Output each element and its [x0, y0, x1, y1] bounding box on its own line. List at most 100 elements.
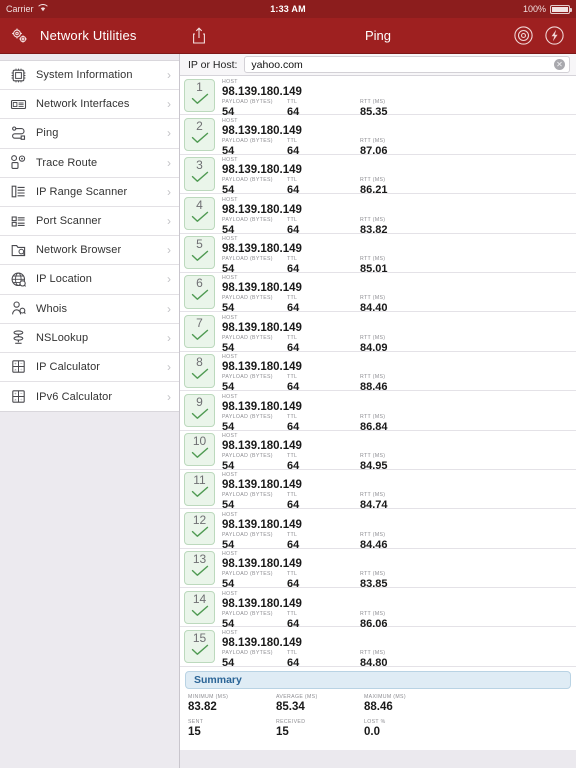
- ping-host-label: HOST: [222, 314, 238, 321]
- ping-payload-block: PAYLOAD (Bytes) 54: [222, 374, 287, 393]
- ping-host-label: HOST: [222, 629, 238, 636]
- share-icon[interactable]: [192, 27, 206, 44]
- ping-ttl-label: TTL: [287, 453, 298, 460]
- ping-rtt-value: 88.46: [360, 381, 388, 394]
- ping-result-row[interactable]: 7 HOST 98.139.180.149 PAYLOAD (Bytes) 54 TTL 6…: [180, 312, 576, 354]
- ping-payload-value: 54: [222, 420, 235, 433]
- ping-host-label: HOST: [222, 275, 238, 282]
- summary-received: RECEIVED 15: [276, 718, 364, 739]
- ping-result-row[interactable]: 9 HOST 98.139.180.149 PAYLOAD (Bytes) 54 TTL 6…: [180, 391, 576, 433]
- ping-stats-row: PAYLOAD (Bytes) 54 TTL 64 RTT (ms) 84.46: [222, 532, 576, 551]
- ping-payload-label: PAYLOAD (Bytes): [222, 571, 273, 578]
- ping-result-fields: HOST 98.139.180.149 PAYLOAD (Bytes) 54 TTL 64…: [215, 275, 576, 314]
- sidebar-item-label: IP Range Scanner: [36, 185, 128, 198]
- host-input[interactable]: yahoo.com ✕: [244, 56, 570, 73]
- ping-host-label: HOST: [222, 78, 238, 85]
- svg-text:×: ×: [14, 367, 17, 372]
- ping-stats-row: PAYLOAD (Bytes) 54 TTL 64 RTT (ms) 84.95: [222, 453, 576, 472]
- ping-result-row[interactable]: 3 HOST 98.139.180.149 PAYLOAD (Bytes) 54 TTL 6…: [180, 154, 576, 196]
- ping-result-row[interactable]: 6 HOST 98.139.180.149 PAYLOAD (Bytes) 54 TTL 6…: [180, 272, 576, 314]
- sidebar-item-ip-range-scanner[interactable]: IP Range Scanner ›: [0, 177, 179, 207]
- check-icon: [190, 408, 210, 420]
- ping-host-label: HOST: [222, 157, 238, 164]
- ping-stats-row: PAYLOAD (Bytes) 54 TTL 64 RTT (ms) 83.82: [222, 217, 576, 236]
- ping-ttl-block: TTL 64: [287, 414, 360, 433]
- ping-ttl-block: TTL 64: [287, 217, 360, 236]
- ping-result-fields: HOST 98.139.180.149 PAYLOAD (Bytes) 54 TTL 64…: [215, 197, 576, 236]
- calculator-icon: + − × ÷: [10, 388, 27, 405]
- ping-host-block: HOST 98.139.180.149: [222, 118, 576, 137]
- ping-result-row[interactable]: 4 HOST 98.139.180.149 PAYLOAD (Bytes) 54 TTL 6…: [180, 194, 576, 236]
- ping-rtt-block: RTT (ms) 86.84: [360, 414, 450, 433]
- ping-ttl-value: 64: [287, 578, 300, 591]
- ping-result-fields: HOST 98.139.180.149 PAYLOAD (Bytes) 54 TTL 64…: [215, 118, 576, 157]
- ping-host-block: HOST 98.139.180.149: [222, 275, 576, 294]
- check-icon: [190, 644, 210, 656]
- ping-result-row[interactable]: 12 HOST 98.139.180.149 PAYLOAD (Bytes) 54 TTL…: [180, 509, 576, 551]
- ping-result-fields: HOST 98.139.180.149 PAYLOAD (Bytes) 54 TTL 64…: [215, 433, 576, 472]
- ping-rtt-label: RTT (ms): [360, 177, 386, 184]
- ping-results-list: 1 HOST 98.139.180.149 PAYLOAD (Bytes) 54 TTL 6…: [180, 76, 576, 669]
- sidebar-item-ip-calculator[interactable]: + − × ÷ IP Calculator ›: [0, 352, 179, 383]
- ping-sequence-badge: 10: [184, 433, 215, 467]
- ping-results-scroll-area[interactable]: 1 HOST 98.139.180.149 PAYLOAD (Bytes) 54 TTL 6…: [180, 76, 576, 768]
- sidebar-item-whois[interactable]: Whois ›: [0, 294, 179, 324]
- ping-result-row[interactable]: 2 HOST 98.139.180.149 PAYLOAD (Bytes) 54 TTL 6…: [180, 115, 576, 157]
- sidebar-item-network-browser[interactable]: Network Browser ›: [0, 236, 179, 266]
- ping-result-fields: HOST 98.139.180.149 PAYLOAD (Bytes) 54 TTL 64…: [215, 551, 576, 590]
- ping-rtt-value: 87.06: [360, 144, 388, 157]
- ping-ttl-label: TTL: [287, 177, 298, 184]
- ping-result-fields: HOST 98.139.180.149 PAYLOAD (Bytes) 54 TTL 64…: [215, 629, 576, 669]
- ping-result-row[interactable]: 14 HOST 98.139.180.149 PAYLOAD (Bytes) 54 TTL…: [180, 588, 576, 630]
- ping-rtt-value: 84.46: [360, 538, 388, 551]
- clear-circle-icon[interactable]: ✕: [554, 59, 565, 70]
- ping-ttl-value: 64: [287, 144, 300, 157]
- sidebar-item-nslookup[interactable]: NSLookup ›: [0, 323, 179, 353]
- ping-rtt-label: RTT (ms): [360, 492, 386, 499]
- svg-text:+: +: [14, 362, 17, 367]
- lightning-bolt-icon[interactable]: [545, 26, 564, 45]
- summary-lost: LOST % 0.0: [364, 718, 452, 739]
- ping-host-value: 98.139.180.149: [222, 164, 302, 177]
- summary-average-value: 85.34: [276, 700, 305, 713]
- ping-result-row[interactable]: 13 HOST 98.139.180.149 PAYLOAD (Bytes) 54 TTL…: [180, 548, 576, 590]
- ping-result-row[interactable]: 11 HOST 98.139.180.149 PAYLOAD (Bytes) 54 TTL…: [180, 469, 576, 511]
- ping-host-value: 98.139.180.149: [222, 479, 302, 492]
- ping-payload-block: PAYLOAD (Bytes) 54: [222, 492, 287, 511]
- ping-payload-block: PAYLOAD (Bytes) 54: [222, 414, 287, 433]
- sidebar-item-label: Ping: [36, 127, 59, 140]
- ping-result-row[interactable]: 10 HOST 98.139.180.149 PAYLOAD (Bytes) 54 TTL…: [180, 430, 576, 472]
- ping-payload-label: PAYLOAD (Bytes): [222, 256, 273, 263]
- sidebar-item-port-scanner[interactable]: Port Scanner ›: [0, 206, 179, 237]
- gears-icon[interactable]: [10, 27, 30, 45]
- sidebar-item-network-interfaces[interactable]: Network Interfaces ›: [0, 90, 179, 120]
- ping-result-row[interactable]: 5 HOST 98.139.180.149 PAYLOAD (Bytes) 54 TTL 6…: [180, 233, 576, 275]
- ping-ttl-value: 64: [287, 538, 300, 551]
- ping-rtt-label: RTT (ms): [360, 256, 386, 263]
- host-field-label: IP or Host:: [188, 58, 238, 71]
- ping-rtt-block: RTT (ms) 87.06: [360, 138, 450, 157]
- sidebar-item-label: Network Interfaces: [36, 98, 130, 111]
- ping-stats-row: PAYLOAD (Bytes) 54 TTL 64 RTT (ms) 86.21: [222, 177, 576, 196]
- sidebar-item-ipv6-calculator[interactable]: + − × ÷ IPv6 Calculator ›: [0, 382, 179, 412]
- ping-host-value: 98.139.180.149: [222, 243, 302, 256]
- ping-host-value: 98.139.180.149: [222, 518, 302, 531]
- ping-rtt-value: 83.85: [360, 578, 388, 591]
- status-bar-right: 100%: [523, 4, 572, 14]
- ping-rtt-value: 83.82: [360, 223, 388, 236]
- sidebar-item-ping[interactable]: Ping ›: [0, 119, 179, 149]
- ping-result-row[interactable]: 8 HOST 98.139.180.149 PAYLOAD (Bytes) 54 TTL 6…: [180, 351, 576, 394]
- chevron-right-icon: ›: [167, 184, 171, 199]
- ping-ttl-label: TTL: [287, 295, 298, 302]
- ping-rtt-block: RTT (ms) 84.40: [360, 295, 450, 314]
- sidebar-item-ip-location[interactable]: IP Location ›: [0, 265, 179, 295]
- ping-result-row[interactable]: 15 HOST 98.139.180.149 PAYLOAD (Bytes) 54 TTL…: [180, 627, 576, 669]
- sidebar-item-trace-route[interactable]: Trace Route ›: [0, 148, 179, 178]
- chevron-right-icon: ›: [167, 330, 171, 345]
- target-icon[interactable]: [514, 26, 533, 45]
- ping-host-value: 98.139.180.149: [222, 321, 302, 334]
- ping-result-row[interactable]: 1 HOST 98.139.180.149 PAYLOAD (Bytes) 54 TTL 6…: [180, 76, 576, 118]
- status-bar-time: 1:33 AM: [270, 4, 306, 14]
- ping-rtt-block: RTT (ms) 86.21: [360, 177, 450, 196]
- sidebar-item-system-information[interactable]: System Information ›: [0, 61, 179, 91]
